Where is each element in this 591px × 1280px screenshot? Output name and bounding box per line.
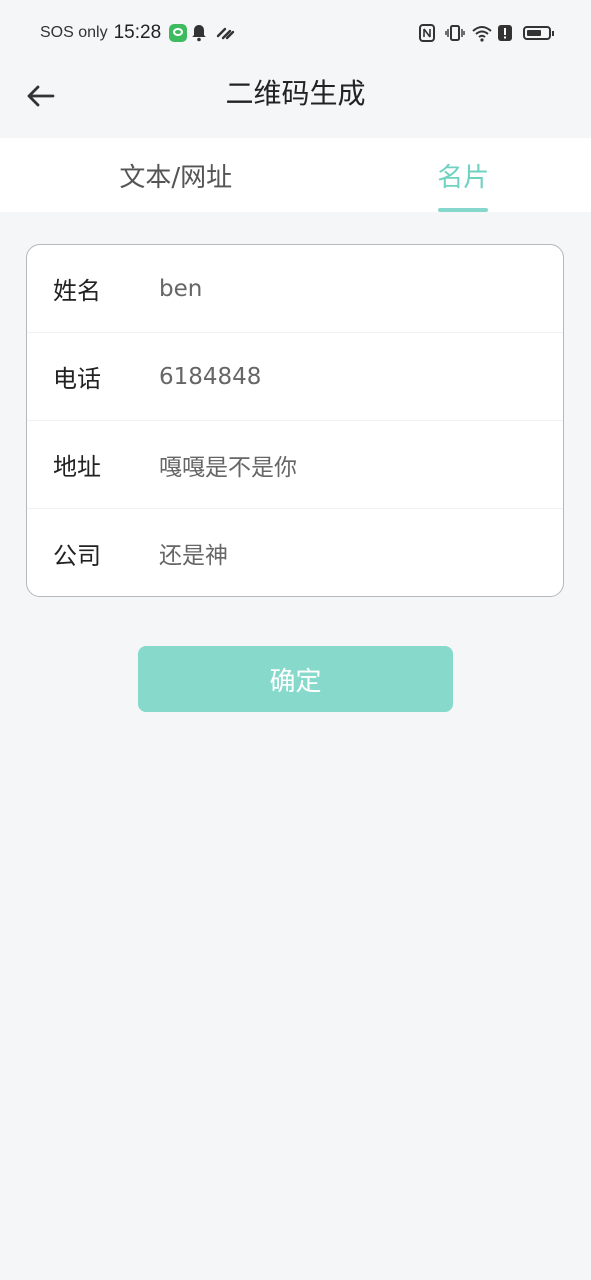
name-field[interactable] — [157, 275, 563, 302]
link-icon — [215, 24, 235, 42]
business-card-form: 姓名 电话 地址 公司 — [26, 244, 564, 597]
form-row-phone: 电话 — [27, 333, 563, 421]
wechat-notification-icon — [169, 24, 188, 42]
phone-label: 电话 — [53, 365, 101, 393]
form-row-name: 姓名 — [27, 245, 563, 333]
active-tab-indicator — [438, 208, 489, 212]
header: 二维码生成 — [0, 66, 591, 138]
status-time: 15:28 — [113, 22, 162, 43]
name-label: 姓名 — [53, 277, 101, 305]
bell-icon — [191, 24, 211, 42]
page-title: 二维码生成 — [225, 77, 366, 110]
status-bar: SOS only 15:28 — [0, 0, 591, 66]
form-row-address: 地址 — [27, 421, 563, 509]
company-label: 公司 — [53, 541, 101, 570]
vibrate-icon — [445, 24, 465, 42]
form-row-company: 公司 — [27, 509, 563, 596]
tab-business-card-label: 名片 — [437, 162, 490, 193]
confirm-button[interactable]: 确定 — [138, 646, 453, 712]
tab-text-url-label: 文本/网址 — [119, 162, 233, 193]
battery-icon — [523, 26, 554, 40]
status-right — [419, 24, 554, 42]
nfc-icon — [419, 24, 439, 42]
address-field[interactable] — [157, 451, 563, 478]
tab-business-card[interactable]: 名片 — [296, 138, 591, 212]
wifi-icon — [471, 24, 492, 42]
status-left: SOS only 15:28 — [40, 22, 235, 44]
carrier-text: SOS only — [40, 24, 108, 41]
tab-text-url[interactable]: 文本/网址 — [0, 138, 296, 212]
alert-icon — [497, 24, 517, 42]
phone-field[interactable] — [157, 363, 563, 390]
tab-bar: 文本/网址 名片 — [0, 138, 591, 212]
address-label: 地址 — [53, 453, 101, 481]
company-field[interactable] — [157, 540, 563, 566]
